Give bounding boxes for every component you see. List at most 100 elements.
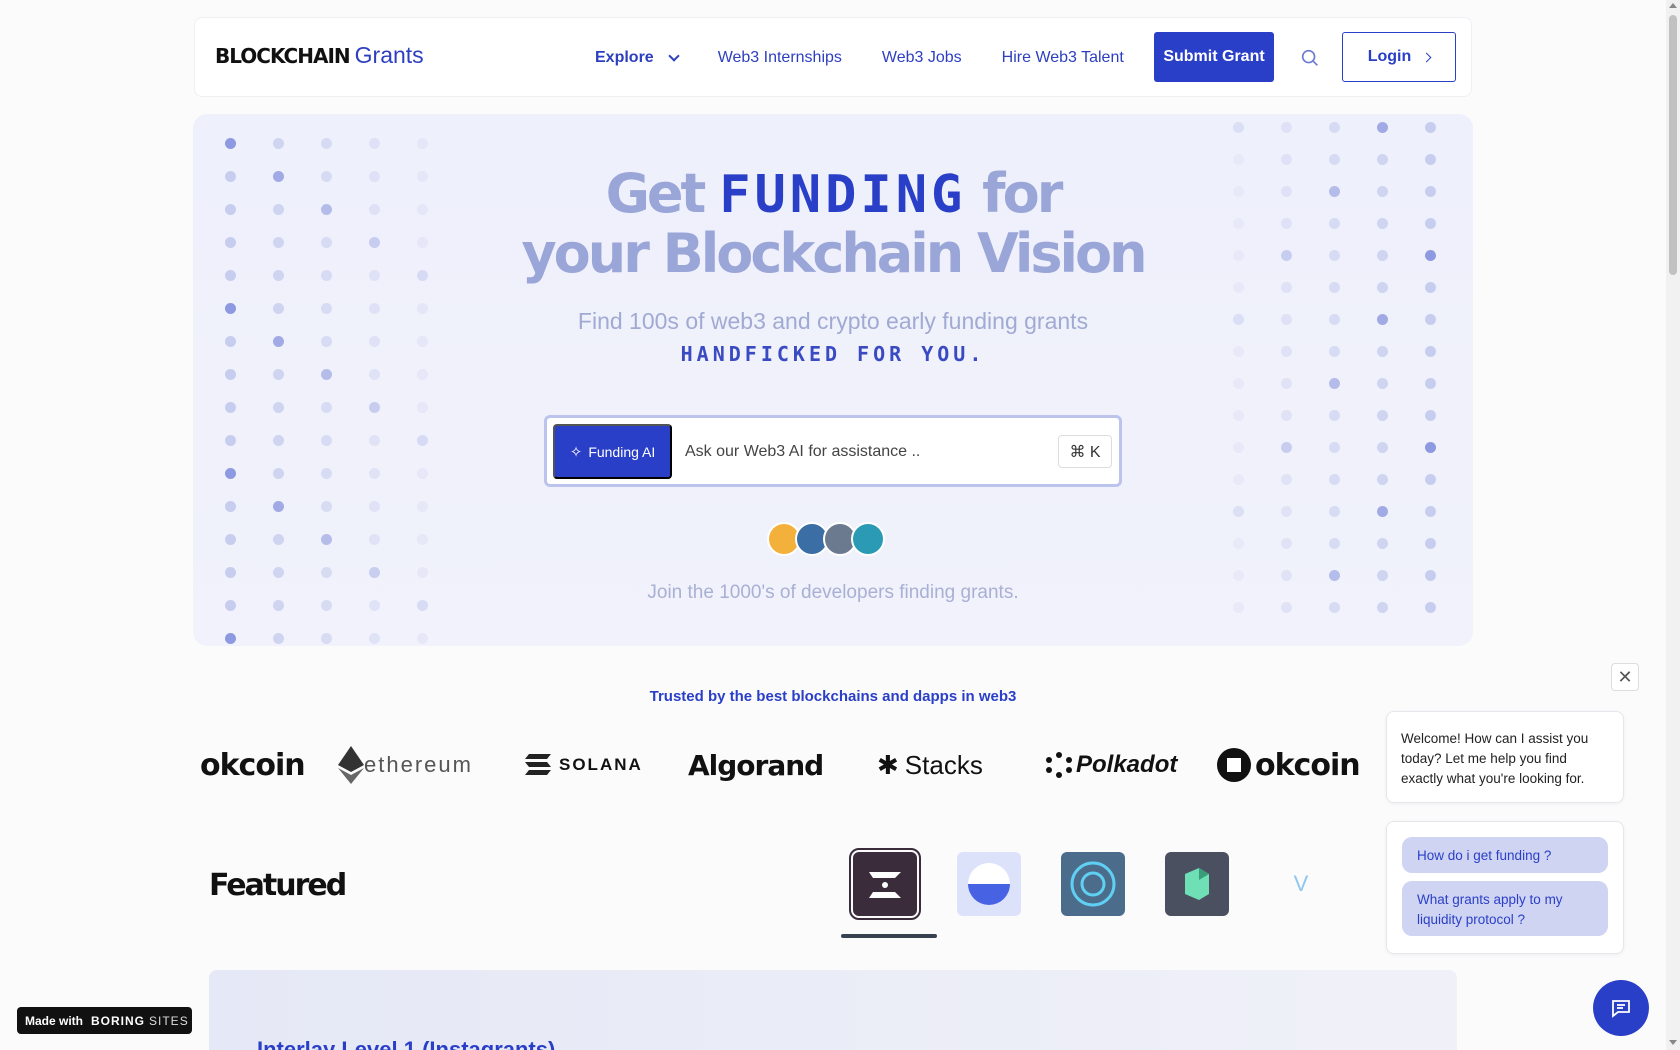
dot	[1281, 410, 1292, 421]
dot	[1377, 538, 1388, 549]
hero-join-text: Join the 1000's of developers finding gr…	[647, 582, 1019, 603]
featured-tile-4[interactable]	[1165, 852, 1229, 916]
dot	[273, 468, 284, 479]
dot	[273, 534, 284, 545]
developer-avatars	[767, 522, 885, 556]
brand-logo-okcoin: okcoin	[200, 747, 306, 783]
dot	[1377, 506, 1388, 517]
dot	[1329, 442, 1340, 453]
dot	[321, 633, 332, 644]
dot	[225, 402, 236, 413]
dot	[225, 534, 236, 545]
dot	[225, 369, 236, 380]
solana-icon	[525, 754, 551, 775]
dot	[225, 435, 236, 446]
dot	[1281, 474, 1292, 485]
dot	[1329, 474, 1340, 485]
scroll-up-arrow[interactable]	[1669, 3, 1677, 8]
dot	[1425, 442, 1436, 453]
brand-okcoin-label: okcoin	[1255, 747, 1361, 783]
dot	[225, 468, 236, 479]
dot	[273, 435, 284, 446]
scroll-down-arrow[interactable]	[1669, 1040, 1677, 1045]
dot	[1425, 410, 1436, 421]
dot	[1425, 122, 1436, 133]
dot	[1281, 122, 1292, 133]
dot	[1281, 378, 1292, 389]
dot	[417, 534, 428, 545]
featured-tile-interlay[interactable]	[849, 848, 921, 920]
dot	[1425, 538, 1436, 549]
brand-stacks-label: Stacks	[904, 749, 983, 780]
funding-ai-button[interactable]: ✧ Funding AI	[553, 424, 672, 479]
hero-section: Get FUNDING for your Blockchain Vision F…	[193, 114, 1473, 646]
site-header: BLOCKCHAIN Grants Explore Web3 Internshi…	[194, 17, 1472, 97]
dot	[1329, 538, 1340, 549]
nav-web3-jobs[interactable]: Web3 Jobs	[882, 49, 962, 67]
brand-logo-stacks: ✱ Stacks	[877, 740, 983, 790]
dot	[1233, 506, 1244, 517]
dot	[369, 402, 380, 413]
featured-tile-vechain[interactable]: V	[1269, 852, 1333, 916]
dot	[225, 138, 236, 149]
dot	[369, 633, 380, 644]
hero-title-line2: your Blockchain Vision	[521, 222, 1147, 285]
dot	[1233, 538, 1244, 549]
dot	[1233, 378, 1244, 389]
login-button[interactable]: Login	[1342, 32, 1456, 82]
nav-web3-internships[interactable]: Web3 Internships	[718, 49, 842, 67]
chat-welcome-message: Welcome! How can I assist you today? Let…	[1386, 711, 1624, 803]
dot	[273, 402, 284, 413]
dot	[1233, 122, 1244, 133]
hero-title-for: for	[982, 162, 1063, 225]
made-with-suffix: SITES	[149, 1013, 189, 1028]
dot	[225, 567, 236, 578]
made-with-brand: BORING	[91, 1013, 146, 1028]
submit-grant-button[interactable]: Submit Grant	[1154, 32, 1274, 82]
ai-search-box: ✧ Funding AI ⌘ K	[544, 415, 1122, 487]
dot	[1233, 442, 1244, 453]
login-label: Login	[1367, 48, 1412, 65]
close-icon: ✕	[1617, 666, 1633, 687]
dot	[369, 534, 380, 545]
dot	[321, 567, 332, 578]
hero-title-line1: Get FUNDING for	[193, 162, 1473, 226]
dot	[1281, 570, 1292, 581]
dot	[1329, 506, 1340, 517]
featured-title: Featured	[209, 868, 347, 903]
ai-search-input[interactable]	[685, 432, 1035, 472]
search-icon[interactable]	[1299, 47, 1321, 69]
chat-suggestion-funding[interactable]: How do i get funding ?	[1402, 837, 1608, 873]
dot	[1233, 474, 1244, 485]
featured-tile-2[interactable]	[957, 852, 1021, 916]
brand-logo-ethereum: ethereum	[338, 740, 473, 790]
dot	[321, 501, 332, 512]
scroll-thumb[interactable]	[1669, 15, 1677, 275]
chat-suggestion-liquidity[interactable]: What grants apply to my liquidity protoc…	[1402, 881, 1608, 936]
dot	[1377, 410, 1388, 421]
chevron-right-icon	[1421, 52, 1432, 62]
featured-card-title[interactable]: Interlay Level 1 (Instagrants)	[257, 1037, 555, 1050]
featured-tile-3[interactable]	[1061, 852, 1125, 916]
site-logo[interactable]: BLOCKCHAIN Grants	[215, 42, 424, 69]
dot	[369, 501, 380, 512]
half-circle-icon	[968, 863, 1010, 905]
dot	[321, 402, 332, 413]
hero-subtitle-handpicked: HANDFICKED FOR YOU.	[680, 342, 986, 366]
chat-suggestions: How do i get funding ? What grants apply…	[1386, 821, 1624, 954]
chat-open-button[interactable]	[1593, 980, 1649, 1036]
page-scrollbar[interactable]	[1666, 0, 1680, 1050]
dot	[273, 633, 284, 644]
chat-close-button[interactable]: ✕	[1611, 663, 1639, 691]
nav-explore[interactable]: Explore	[595, 49, 680, 67]
made-with-badge[interactable]: Made with BORING SITES	[17, 1007, 192, 1034]
dot	[321, 435, 332, 446]
hero-subtitle: Find 100s of web3 and crypto early fundi…	[577, 308, 1089, 334]
dot	[321, 369, 332, 380]
chevron-down-icon	[668, 49, 680, 62]
logo-light-text: Grants	[354, 42, 424, 68]
dot	[1377, 442, 1388, 453]
nav-hire-web3-talent[interactable]: Hire Web3 Talent	[1002, 49, 1124, 67]
chat-bubble-icon	[1612, 1000, 1630, 1018]
okcoin-icon	[1217, 748, 1251, 782]
